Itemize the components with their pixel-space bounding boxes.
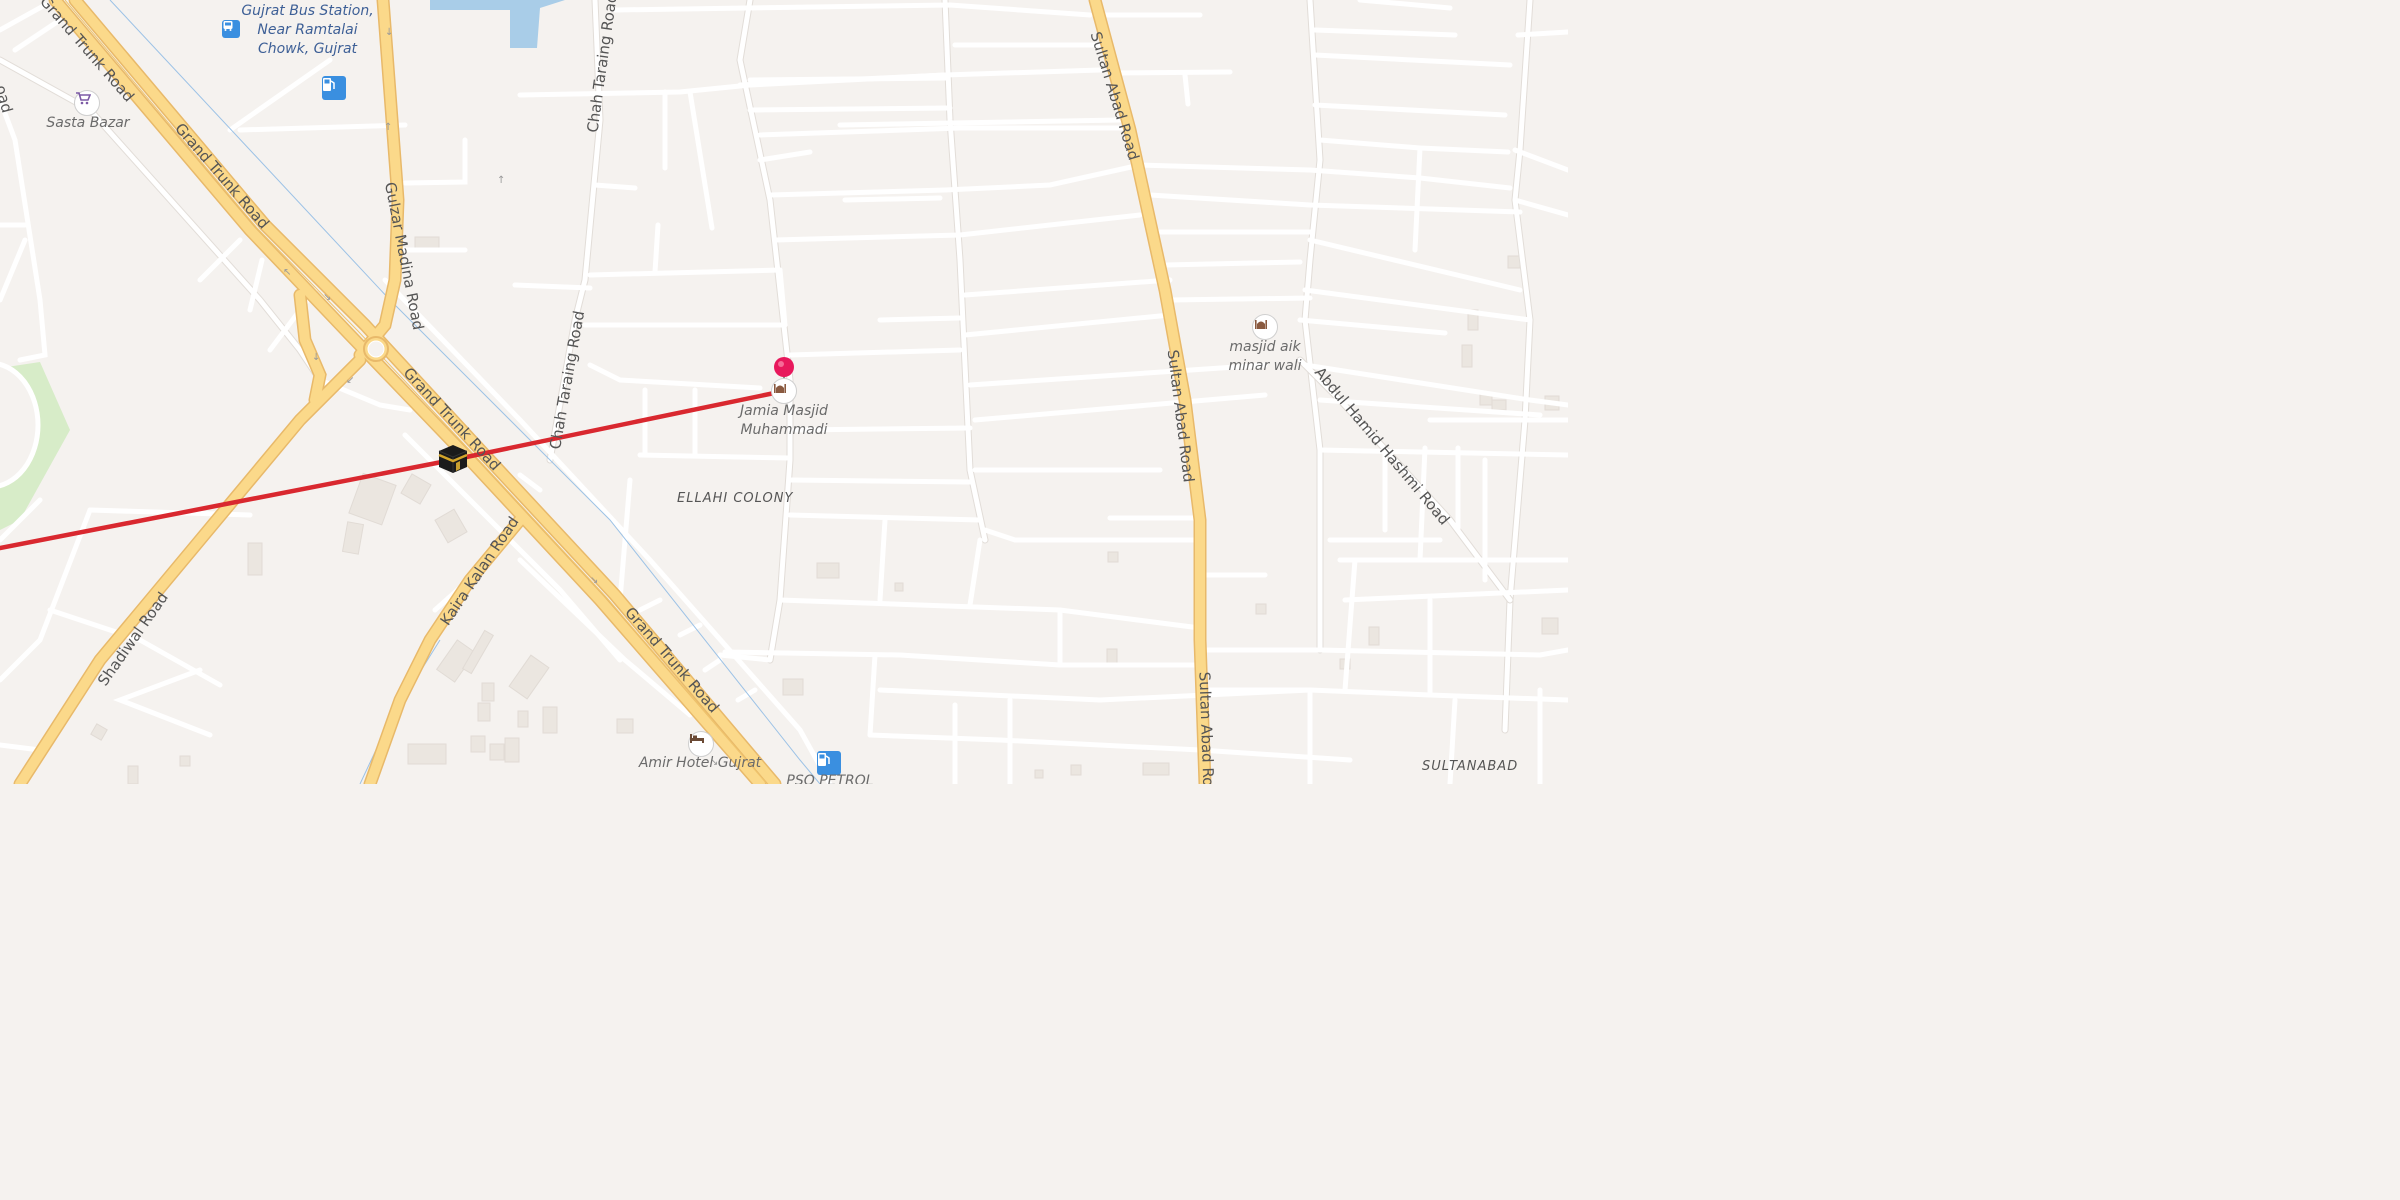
svg-text:↙: ↙ bbox=[346, 375, 354, 386]
svg-text:↖: ↖ bbox=[283, 267, 291, 278]
water-body bbox=[430, 0, 565, 48]
route-line[interactable] bbox=[0, 388, 787, 551]
svg-text:↑: ↑ bbox=[497, 175, 505, 186]
roundabout-center bbox=[367, 340, 385, 358]
buildings bbox=[90, 236, 1560, 784]
mosque-icon[interactable] bbox=[771, 378, 797, 404]
poi-label-sasta-bazar[interactable]: Sasta Bazar bbox=[38, 114, 138, 133]
bus-icon[interactable] bbox=[222, 20, 240, 38]
poi-label-bus-station[interactable]: Gujrat Bus Station, Near Ramtalai Chowk,… bbox=[240, 2, 375, 59]
map-canvas[interactable]: ↓ ↑ ↖ ↘ ↙ ↓ ↑ ↘ ↘ Gujrat Bus Station, Ne… bbox=[0, 0, 1568, 784]
fuel-icon[interactable] bbox=[322, 76, 346, 100]
poi-label-jamia-masjid[interactable]: Jamia Masjid Muhammadi bbox=[728, 402, 840, 440]
svg-text:↘: ↘ bbox=[590, 575, 598, 586]
shopping-cart-icon[interactable] bbox=[74, 90, 100, 116]
svg-text:↘: ↘ bbox=[323, 292, 331, 303]
svg-text:↓: ↓ bbox=[312, 352, 320, 363]
poi-label-pso-petrol[interactable]: PSO PETROL bbox=[780, 772, 880, 784]
area-label-ellahi-colony: ELLAHI COLONY bbox=[677, 491, 794, 506]
poi-label-amir-hotel[interactable]: Amir Hotel Gujrat bbox=[635, 754, 765, 773]
svg-text:↑: ↑ bbox=[384, 122, 392, 133]
poi-label-masjid-aik-minar[interactable]: masjid aik minar wali bbox=[1220, 338, 1310, 376]
area-label-sultanabad: SULTANABAD bbox=[1422, 759, 1519, 774]
mosque-icon-2[interactable] bbox=[1252, 314, 1278, 340]
svg-text:↓: ↓ bbox=[385, 27, 393, 38]
major-roads bbox=[13, 0, 1212, 784]
